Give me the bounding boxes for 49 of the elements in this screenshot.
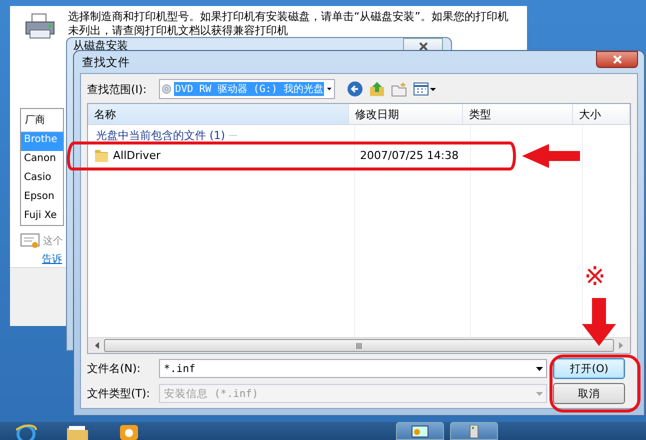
close-icon [418,40,428,52]
back-icon[interactable] [347,81,363,97]
scroll-left-icon[interactable] [94,342,100,349]
column-header[interactable]: 名称 [88,104,349,124]
manufacturer-item[interactable]: Fuji Xe [21,208,63,225]
dropdown-arrow-icon [327,87,332,91]
column-header[interactable]: 修改日期 [348,104,463,124]
open-button[interactable]: 打开(O) [553,358,626,379]
horizontal-scrollbar[interactable] [88,337,630,353]
manufacturer-item[interactable]: Canon [21,151,63,170]
down-arrow [582,298,616,346]
look-in-value: DVD RW 驱动器 (G:) 我的光盘 [174,82,324,96]
view-menu-icon[interactable] [413,81,437,97]
close-icon [612,54,622,64]
taskbar-button[interactable] [396,422,444,440]
file-name[interactable]: AllDriver [113,148,160,162]
column-header[interactable]: 大小 [572,104,630,124]
field-value: *.inf [164,362,196,374]
manufacturer-item[interactable]: Casio [21,170,63,189]
window-icon [411,424,429,438]
help-link[interactable]: 告诉 [42,252,62,266]
window-title: 从磁盘安装 [73,38,128,53]
manufacturer-item[interactable]: Epson [21,189,63,208]
certificate-icon [20,232,40,249]
media-icon[interactable] [118,424,140,440]
dialog-title: 查找文件 [81,54,130,70]
disc-icon [162,82,172,96]
annotation-mark: ※ [584,264,606,290]
browser-icon[interactable] [16,424,38,440]
look-in-label: 查找范围(I): [87,82,148,96]
folder-icon [94,147,109,163]
close-button[interactable] [596,50,638,68]
file-name-field[interactable]: *.inf [158,359,548,378]
grip-icon [356,342,362,348]
dropdown-arrow-icon[interactable] [536,366,544,370]
signed-note: 这个 [43,234,63,248]
column-header[interactable]: 类型 [462,104,573,124]
file-type-label: 文件类型(T): [87,386,152,401]
taskbar-button[interactable] [450,422,498,440]
folder-icon[interactable] [66,424,90,440]
instruction-text: 未列出，请查阅打印机文档以获得兼容打印机 [68,24,289,38]
cancel-button[interactable]: 取消 [553,383,626,404]
left-arrow [522,144,580,168]
up-folder-icon[interactable] [369,81,385,97]
field-value: 安装信息 (*.inf) [164,386,258,400]
file-name-label: 文件名(N): [87,361,142,376]
group-header: 光盘中当前包含的文件 (1) [96,128,226,142]
modified-date: 2007/07/25 14:38 [360,148,459,162]
instruction-text: 选择制造商和打印机型号。如果打印机有安装磁盘，请单击“从磁盘安装”。如果您的打印机 [68,10,508,24]
